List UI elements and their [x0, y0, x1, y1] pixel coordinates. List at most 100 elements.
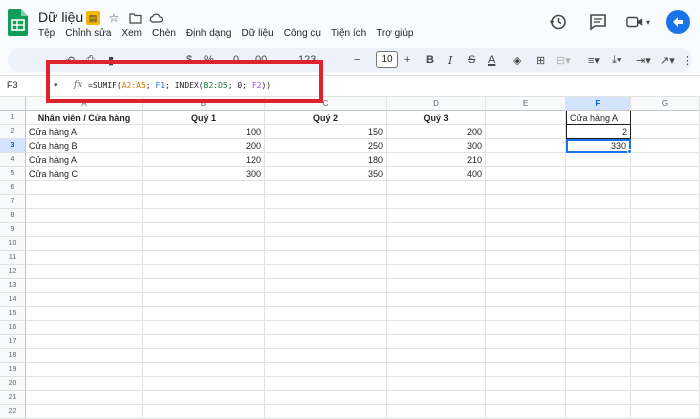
cell-e9[interactable] — [486, 223, 566, 237]
more-toolbar-icon[interactable]: ⋮ — [682, 52, 693, 68]
cell-e1[interactable] — [486, 111, 566, 125]
cell-c19[interactable] — [265, 363, 387, 377]
cell-f6[interactable] — [566, 181, 631, 195]
cell-b10[interactable] — [143, 237, 265, 251]
row-header-8[interactable]: 8 — [0, 209, 26, 223]
cell-d10[interactable] — [387, 237, 486, 251]
cell-b7[interactable] — [143, 195, 265, 209]
cell-g19[interactable] — [631, 363, 700, 377]
text-wrapping-icon[interactable]: ⇥▾ — [636, 52, 651, 68]
cell-g11[interactable] — [631, 251, 700, 265]
row-header-7[interactable]: 7 — [0, 195, 26, 209]
cell-e15[interactable] — [486, 307, 566, 321]
cell-b12[interactable] — [143, 265, 265, 279]
cell-g20[interactable] — [631, 377, 700, 391]
cell-b20[interactable] — [143, 377, 265, 391]
cell-e16[interactable] — [486, 321, 566, 335]
cell-g16[interactable] — [631, 321, 700, 335]
cell-e8[interactable] — [486, 209, 566, 223]
cell-f8[interactable] — [566, 209, 631, 223]
cell-d20[interactable] — [387, 377, 486, 391]
cell-b14[interactable] — [143, 293, 265, 307]
cell-d16[interactable] — [387, 321, 486, 335]
cell-d9[interactable] — [387, 223, 486, 237]
merge-cells-icon[interactable]: ⊟▾ — [556, 52, 571, 68]
cell-e12[interactable] — [486, 265, 566, 279]
cell-d1[interactable]: Quý 3 — [387, 111, 486, 125]
cell-d5[interactable]: 400 — [387, 167, 486, 181]
cell-a8[interactable] — [26, 209, 143, 223]
row-header-1[interactable]: 1 — [0, 111, 26, 125]
cell-c16[interactable] — [265, 321, 387, 335]
row-header-14[interactable]: 14 — [0, 293, 26, 307]
cell-d21[interactable] — [387, 391, 486, 405]
cell-a6[interactable] — [26, 181, 143, 195]
decrease-font-size-icon[interactable]: − — [354, 52, 360, 68]
cell-a16[interactable] — [26, 321, 143, 335]
meet-button[interactable]: ▾ — [626, 10, 650, 34]
menu-format[interactable]: Định dạng — [186, 28, 232, 39]
cell-c15[interactable] — [265, 307, 387, 321]
sheets-logo-icon[interactable] — [8, 9, 28, 36]
cell-a10[interactable] — [26, 237, 143, 251]
vertical-align-icon[interactable]: ⤓▾ — [612, 52, 621, 68]
cell-c5[interactable]: 350 — [265, 167, 387, 181]
cell-e11[interactable] — [486, 251, 566, 265]
account-avatar[interactable] — [666, 10, 690, 34]
row-header-5[interactable]: 5 — [0, 167, 26, 181]
cell-e10[interactable] — [486, 237, 566, 251]
cell-f2[interactable]: 2 — [566, 125, 631, 139]
cell-f9[interactable] — [566, 223, 631, 237]
cell-c18[interactable] — [265, 349, 387, 363]
cell-e6[interactable] — [486, 181, 566, 195]
cell-a5[interactable]: Cửa hàng C — [26, 167, 143, 181]
cell-d7[interactable] — [387, 195, 486, 209]
spreadsheet-grid[interactable]: A B C D E F G 1 Nhân viên / Cửa hàng Quý 1 Quý 2 Qu… — [0, 97, 700, 419]
cell-g7[interactable] — [631, 195, 700, 209]
cell-c2[interactable]: 150 — [265, 125, 387, 139]
cell-a20[interactable] — [26, 377, 143, 391]
cell-d17[interactable] — [387, 335, 486, 349]
cell-d19[interactable] — [387, 363, 486, 377]
cell-f7[interactable] — [566, 195, 631, 209]
smart-chip-icon[interactable]: ▤ — [86, 11, 100, 25]
cell-e7[interactable] — [486, 195, 566, 209]
horizontal-align-icon[interactable]: ≡▾ — [588, 52, 600, 68]
increase-font-size-icon[interactable]: + — [404, 52, 410, 68]
cell-c8[interactable] — [265, 209, 387, 223]
cell-b15[interactable] — [143, 307, 265, 321]
cell-c11[interactable] — [265, 251, 387, 265]
cell-f21[interactable] — [566, 391, 631, 405]
borders-icon[interactable]: ⊞ — [536, 52, 545, 68]
cell-c21[interactable] — [265, 391, 387, 405]
cell-d11[interactable] — [387, 251, 486, 265]
menu-view[interactable]: Xem — [121, 28, 142, 39]
cell-c3[interactable]: 250 — [265, 139, 387, 153]
row-header-13[interactable]: 13 — [0, 279, 26, 293]
cell-d8[interactable] — [387, 209, 486, 223]
column-header-f[interactable]: F — [566, 97, 631, 111]
cell-g17[interactable] — [631, 335, 700, 349]
cell-c20[interactable] — [265, 377, 387, 391]
cell-a9[interactable] — [26, 223, 143, 237]
row-header-15[interactable]: 15 — [0, 307, 26, 321]
cell-g3[interactable] — [631, 139, 700, 153]
cell-e19[interactable] — [486, 363, 566, 377]
cell-b6[interactable] — [143, 181, 265, 195]
menu-extensions[interactable]: Tiện ích — [331, 28, 366, 39]
cell-d15[interactable] — [387, 307, 486, 321]
fill-handle[interactable] — [627, 149, 632, 154]
cell-f18[interactable] — [566, 349, 631, 363]
cell-a12[interactable] — [26, 265, 143, 279]
cell-d3[interactable]: 300 — [387, 139, 486, 153]
cell-e2[interactable] — [486, 125, 566, 139]
text-color-icon[interactable]: A — [488, 52, 495, 68]
menu-insert[interactable]: Chèn — [152, 28, 176, 39]
cell-c9[interactable] — [265, 223, 387, 237]
cell-f16[interactable] — [566, 321, 631, 335]
cell-f17[interactable] — [566, 335, 631, 349]
cell-f4[interactable] — [566, 153, 631, 167]
row-header-19[interactable]: 19 — [0, 363, 26, 377]
cell-g21[interactable] — [631, 391, 700, 405]
row-header-3[interactable]: 3 — [0, 139, 26, 153]
